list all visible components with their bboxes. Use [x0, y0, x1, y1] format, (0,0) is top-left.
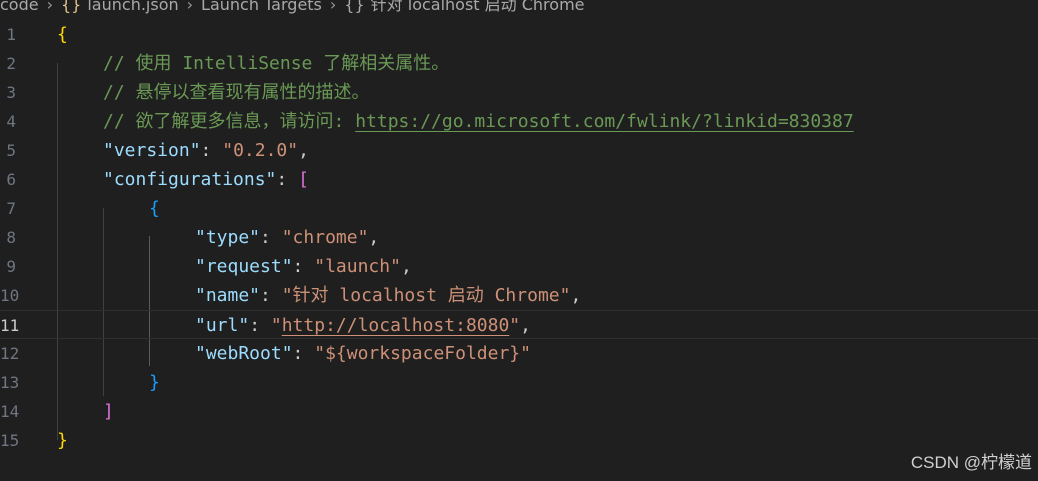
code-line[interactable]: 2 // 使用 IntelliSense 了解相关属性。 [0, 49, 1038, 78]
brace-close: } [149, 372, 160, 393]
bracket-close: ] [103, 401, 114, 422]
code-line[interactable]: 13 } [0, 368, 1038, 397]
code-line[interactable]: 8 "type": "chrome", [0, 223, 1038, 252]
json-key: "name" [195, 285, 261, 306]
line-number: 13 [0, 373, 20, 392]
line-number: 11 [0, 316, 20, 335]
code-line[interactable]: 10 "name": "针对 localhost 启动 Chrome", [0, 281, 1038, 310]
line-number: 6 [6, 170, 16, 189]
json-key: "url" [195, 315, 250, 336]
line-content: "url": "http://localhost:8080", [195, 311, 531, 340]
brace-open: { [57, 24, 68, 45]
line-number: 12 [0, 344, 20, 363]
comma: , [368, 227, 380, 248]
code-line[interactable]: 9 "request": "launch", [0, 252, 1038, 281]
line-number: 1 [6, 25, 16, 44]
line-number: 2 [6, 54, 16, 73]
comma: , [298, 140, 309, 161]
line-content: // 使用 IntelliSense 了解相关属性。 [103, 49, 449, 78]
line-content: } [57, 426, 68, 455]
comment: // 欲了解更多信息，请访问: [103, 111, 356, 132]
line-content: { [149, 194, 160, 223]
colon: : [260, 227, 282, 248]
line-content: "configurations": [ [103, 165, 309, 194]
code-line[interactable]: 6 "configurations": [ [0, 165, 1038, 194]
code-line[interactable]: 12 "webRoot": "${workspaceFolder}" [0, 339, 1038, 368]
comma: , [520, 315, 531, 336]
colon: : [276, 169, 299, 190]
line-number: 15 [0, 431, 20, 450]
line-content: // 欲了解更多信息，请访问: https://go.microsoft.com… [103, 107, 854, 136]
line-content: "version": "0.2.0", [103, 136, 309, 165]
json-string: "chrome" [281, 227, 369, 248]
code-line[interactable]: 5 "version": "0.2.0", [0, 136, 1038, 165]
editor-window: code › {} launch.json › Launch Targets › {} 针对 l… [0, 0, 1038, 481]
comma: , [570, 285, 582, 306]
code-line[interactable]: 1 { [0, 20, 1038, 49]
colon: : [292, 256, 315, 277]
code-line-active[interactable]: 11 "url": "http://localhost:8080", [0, 310, 1038, 339]
line-number: 5 [6, 141, 16, 160]
colon: : [260, 285, 282, 306]
line-content: "name": "针对 localhost 启动 Chrome", [195, 281, 581, 310]
code-line[interactable]: 4 // 欲了解更多信息，请访问: https://go.microsoft.c… [0, 107, 1038, 136]
line-content: } [149, 368, 160, 397]
chevron-right-icon: › [329, 0, 337, 14]
json-string: "针对 localhost 启动 Chrome" [281, 285, 571, 306]
line-content: ] [103, 397, 114, 426]
colon: : [200, 140, 223, 161]
breadcrumb-item-folder[interactable]: code [0, 0, 39, 14]
breadcrumb-item-config[interactable]: 针对 localhost 启动 Chrome [371, 0, 585, 14]
comma: , [400, 256, 412, 277]
code-line[interactable]: 7 { [0, 194, 1038, 223]
comment: // 悬停以查看现有属性的描述。 [103, 82, 370, 103]
line-number: 4 [6, 112, 16, 131]
json-key: "configurations" [103, 169, 277, 190]
code-line[interactable]: 14 ] [0, 397, 1038, 426]
line-content: "request": "launch", [195, 252, 412, 281]
json-key: "webRoot" [195, 343, 293, 364]
line-content: // 悬停以查看现有属性的描述。 [103, 78, 370, 107]
code-line[interactable]: 3 // 悬停以查看现有属性的描述。 [0, 78, 1038, 107]
comment: // 使用 IntelliSense 了解相关属性。 [103, 53, 450, 74]
code-line[interactable]: 15 } [0, 426, 1038, 455]
code-editor[interactable]: 1 { 2 // 使用 IntelliSense 了解相关属性。 3 // 悬停… [0, 20, 1038, 481]
json-key: "request" [195, 256, 293, 277]
brace-open: { [149, 198, 160, 219]
line-content: "webRoot": "${workspaceFolder}" [195, 339, 531, 368]
line-number: 8 [6, 228, 16, 247]
json-key: "type" [195, 227, 261, 248]
breadcrumb-item-section[interactable]: Launch Targets [201, 0, 322, 14]
quote: " [509, 315, 521, 336]
chevron-right-icon: › [186, 0, 194, 14]
breadcrumb: code › {} launch.json › Launch Targets › {} 针对 l… [0, 0, 585, 16]
colon: : [292, 343, 315, 364]
json-braces-icon: {} [61, 0, 82, 14]
breadcrumb-item-file[interactable]: launch.json [87, 0, 178, 14]
watermark: CSDN @柠檬道 [910, 453, 1032, 472]
comment-link[interactable]: https://go.microsoft.com/fwlink/?linkid=… [355, 111, 854, 132]
colon: : [249, 315, 271, 336]
line-number: 14 [0, 402, 20, 421]
brace-close: } [57, 430, 68, 451]
json-string: "0.2.0" [222, 140, 299, 161]
json-string: "${workspaceFolder}" [314, 343, 531, 364]
line-content: { [57, 20, 68, 49]
bracket-open: [ [298, 169, 309, 190]
line-content: "type": "chrome", [195, 223, 379, 252]
quote: " [270, 315, 282, 336]
url-link[interactable]: http://localhost:8080 [282, 315, 510, 336]
object-braces-icon: {} [344, 0, 365, 14]
chevron-right-icon: › [46, 0, 53, 14]
line-number: 10 [0, 286, 20, 305]
json-string: "launch" [314, 256, 401, 277]
line-number: 7 [6, 199, 16, 218]
line-number: 9 [6, 257, 16, 276]
line-number: 3 [6, 83, 16, 102]
json-key: "version" [103, 140, 201, 161]
